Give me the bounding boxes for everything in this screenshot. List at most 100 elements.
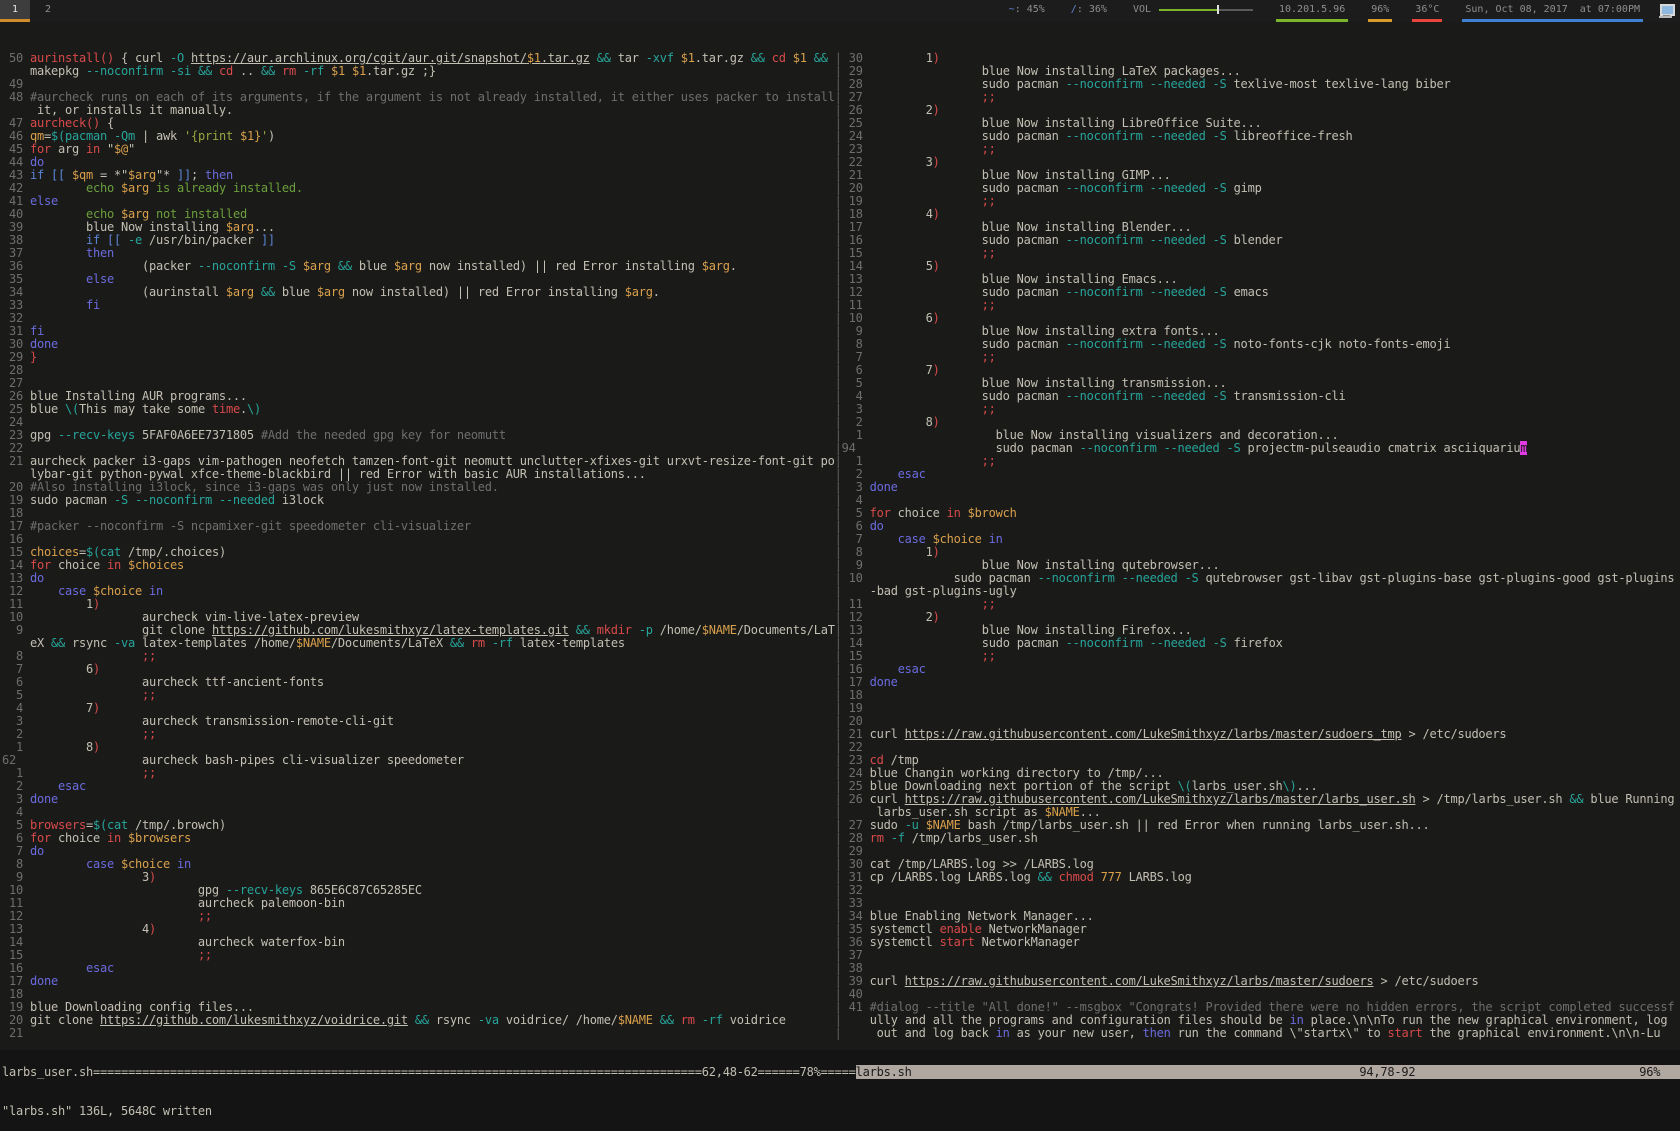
pane-separator[interactable]: | [835,116,842,130]
pane-separator[interactable]: | [835,792,842,806]
pane-separator[interactable]: | [835,909,842,923]
pane-separator[interactable]: | [835,363,842,377]
temperature-label: 36°C [1415,4,1439,15]
pane-separator[interactable]: | [835,662,842,676]
pane-separator[interactable]: | [835,987,842,1001]
pane-separator[interactable]: | [835,402,842,416]
pane-separator[interactable]: | [835,727,842,741]
battery-label: 96% [1371,4,1389,15]
pane-separator[interactable]: | [835,532,842,546]
pane-separator[interactable]: | [835,480,842,494]
statusline-row[interactable]: larbs_user.sh===========================… [2,1066,1680,1079]
statusline-right[interactable]: larbs.sh 94,78-92 96% [856,1065,1680,1079]
pane-separator[interactable]: | [835,818,842,832]
pane-separator[interactable]: | [835,64,842,78]
pane-separator[interactable]: | [835,181,842,195]
pane-separator[interactable]: | [835,506,842,520]
pane-separator[interactable]: | [835,948,842,962]
pane-separator[interactable]: | [835,467,842,481]
pane-separator[interactable]: | [835,714,842,728]
ip-address-label: 10.201.5.96 [1279,4,1345,15]
pane-separator[interactable]: | [835,389,842,403]
workspace-list: 12 [0,0,66,22]
statusline-left[interactable]: larbs_user.sh===========================… [2,1065,856,1079]
pane-separator[interactable]: | [835,922,842,936]
pane-separator[interactable]: | [835,870,842,884]
ip-address: 10.201.5.96 [1276,0,1348,22]
pane-separator[interactable]: | [835,1013,842,1027]
pane-separator[interactable]: | [835,701,842,715]
pane-separator[interactable]: | [835,415,842,429]
pane-separator[interactable]: | [835,376,842,390]
pane-separator[interactable]: | [835,896,842,910]
workspace-button-1[interactable]: 1 [0,0,30,22]
home-usage-label: : 45% [1015,4,1045,15]
pane-separator[interactable]: | [835,1026,842,1040]
bar-status: ~: 45% /: 36% VOL 10.201.5.96 96% 36°C Sun, Oc… [1006,0,1649,22]
pane-separator[interactable]: | [835,168,842,182]
pane-separator[interactable]: | [835,844,842,858]
pane-separator[interactable]: | [835,194,842,208]
pane-separator[interactable]: | [835,597,842,611]
pane-separator[interactable]: | [835,337,842,351]
pane-separator[interactable]: | [835,974,842,988]
pane-separator[interactable]: | [835,883,842,897]
pane-separator[interactable]: | [835,610,842,624]
pane-separator[interactable]: | [835,350,842,364]
datetime: Sun, Oct 08, 2017 at 07:00PM [1462,0,1643,22]
vim-buffers[interactable]: 50 aurinstall() { curl -O https://aur.ar… [2,52,1680,1040]
pane-separator[interactable]: | [835,688,842,702]
pane-separator[interactable]: | [835,259,842,273]
code-row[interactable]: 21 | out and log back in as your new use… [2,1027,1680,1040]
pane-separator[interactable]: | [835,285,842,299]
temperature: 36°C [1412,0,1442,22]
pane-separator[interactable]: | [835,454,842,468]
pane-separator[interactable]: | [835,753,842,767]
pane-separator[interactable]: | [835,857,842,871]
pane-separator[interactable]: | [835,233,842,247]
pane-separator[interactable]: | [835,311,842,325]
root-usage: /: 36% [1068,0,1110,22]
datetime-label: Sun, Oct 08, 2017 at 07:00PM [1465,4,1640,15]
pane-separator[interactable]: | [835,493,842,507]
root-usage-label: : 36% [1077,4,1107,15]
pane-separator[interactable]: | [835,51,842,65]
pane-separator[interactable]: | [835,142,842,156]
pane-separator[interactable]: | [835,77,842,91]
pane-separator[interactable]: | [835,675,842,689]
pane-separator[interactable]: | [835,324,842,338]
pane-separator[interactable]: | [835,961,842,975]
pane-separator[interactable]: | [835,623,842,637]
pane-separator[interactable]: | [835,428,842,442]
pane-separator[interactable]: | [835,805,842,819]
pane-separator[interactable]: | [835,766,842,780]
pane-separator[interactable]: | [835,1000,842,1014]
pane-separator[interactable]: | [835,545,842,559]
volume-slider[interactable] [1159,5,1253,14]
pane-separator[interactable]: | [835,831,842,845]
pane-separator[interactable]: | [835,519,842,533]
workspace-button-2[interactable]: 2 [33,0,63,22]
tray-computer-icon[interactable] [1655,0,1680,22]
pane-separator[interactable]: | [835,103,842,117]
pane-separator[interactable]: | [835,649,842,663]
volume[interactable]: VOL [1130,0,1256,22]
vim-editor: 50 aurinstall() { curl -O https://aur.ar… [0,22,1680,1050]
pane-separator[interactable]: | [835,155,842,169]
pane-separator[interactable]: | [835,636,842,650]
pane-separator[interactable]: | [835,584,842,598]
pane-separator[interactable]: | [835,272,842,286]
pane-separator[interactable]: | [835,558,842,572]
pane-separator[interactable]: | [835,298,842,312]
pane-separator[interactable]: | [835,220,842,234]
pane-separator[interactable]: | [835,441,842,455]
pane-separator[interactable]: | [835,90,842,104]
pane-separator[interactable]: | [835,246,842,260]
pane-separator[interactable]: | [835,779,842,793]
home-usage: ~: 45% [1006,0,1048,22]
pane-separator[interactable]: | [835,740,842,754]
pane-separator[interactable]: | [835,935,842,949]
pane-separator[interactable]: | [835,571,842,585]
pane-separator[interactable]: | [835,207,842,221]
pane-separator[interactable]: | [835,129,842,143]
